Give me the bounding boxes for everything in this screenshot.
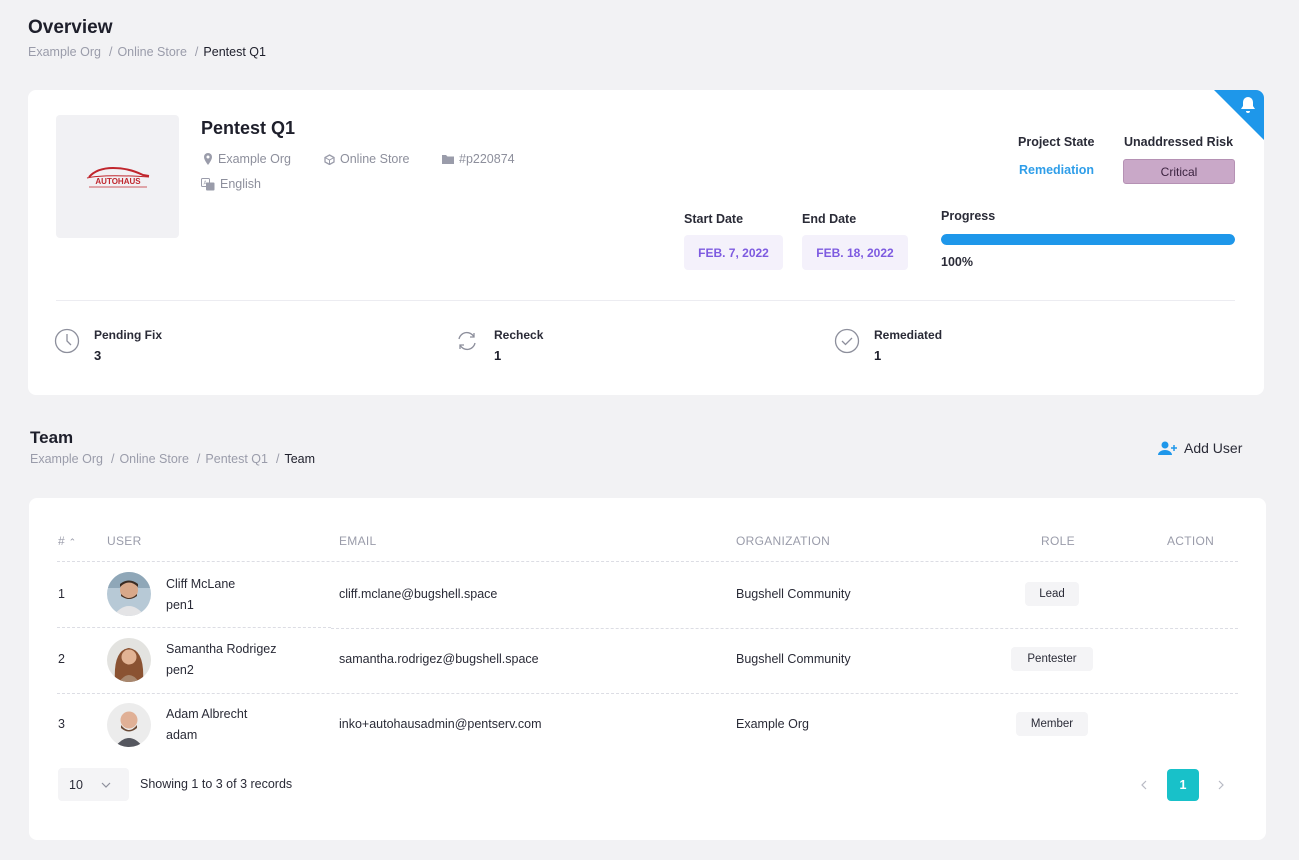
clock-icon [54,328,80,354]
row-num: 2 [58,652,65,666]
sort-asc-icon: ⌃ [68,537,77,547]
stat-label: Remediated [874,328,943,342]
stat-value: 1 [874,348,882,363]
breadcrumb-org[interactable]: Example Org [30,452,103,466]
chevron-down-icon [101,782,111,788]
prev-page-button[interactable] [1128,769,1160,801]
svg-text:A: A [204,180,208,186]
team-breadcrumb: Example Org / Online Store / Pentest Q1/Team [30,452,316,466]
row-divider [57,627,331,628]
row-num: 3 [58,717,65,731]
records-info: Showing 1 to 3 of 3 records [140,777,293,791]
project-org: Example Org [203,152,291,166]
check-circle-icon [834,328,860,354]
user-email: samantha.rodrigez@bugshell.space [339,652,539,666]
bell-icon[interactable] [1240,96,1256,114]
stat-remediated: Remediated 1 [834,328,942,363]
role-badge: Member [1016,712,1088,736]
progress-label: Progress [941,209,996,223]
user-login: pen1 [166,598,194,612]
user-email: inko+autohausadmin@pentserv.com [339,717,542,731]
project-asset: Online Store [324,152,409,166]
stat-value: 1 [494,348,502,363]
team-title: Team [30,428,74,447]
user-name: Adam Albrecht [166,707,248,721]
risk-badge: Critical [1123,159,1235,184]
start-date-chip: FEB. 7, 2022 [684,235,783,270]
notification-corner[interactable] [1214,90,1264,140]
add-user-button[interactable]: Add User [1158,440,1242,456]
stat-recheck: Recheck 1 [454,328,543,363]
col-header-action: ACTION [1167,534,1215,548]
col-header-organization: ORGANIZATION [736,534,831,548]
breadcrumb-project[interactable]: Pentest Q1 [205,452,268,466]
user-login: adam [166,728,198,742]
project-id: #p220874 [442,152,515,166]
card-divider [56,300,1235,301]
next-page-button[interactable] [1205,769,1237,801]
col-header-num[interactable]: # ⌃ [58,534,76,548]
add-user-icon [1158,441,1177,455]
logo-text: AUTOHAUS [95,177,141,186]
progress-bar [941,234,1235,245]
start-date-label: Start Date [684,212,744,226]
user-organization: Bugshell Community [736,652,851,666]
chevron-right-icon [1218,780,1224,790]
team-table-card: # ⌃ USER EMAIL ORGANIZATION ROLE ACTION … [29,498,1266,840]
project-state-value: Remediation [1019,163,1095,177]
user-organization: Bugshell Community [736,587,851,601]
folder-icon [442,155,454,164]
avatar [107,703,151,747]
user-organization: Example Org [736,717,809,731]
page-button-1[interactable]: 1 [1167,769,1199,801]
project-card: AUTOHAUS Pentest Q1 Example Org Online S… [28,90,1264,395]
add-user-label: Add User [1184,440,1243,456]
row-divider [57,693,1238,694]
user-login: pen2 [166,663,194,677]
breadcrumb-current: Team [284,452,316,466]
avatar [107,638,151,682]
project-state-label: Project State [1018,135,1095,149]
avatar [107,572,151,616]
breadcrumb-org[interactable]: Example Org [28,45,101,59]
breadcrumb-asset[interactable]: Online Store [119,452,188,466]
row-divider [57,561,1238,562]
chevron-left-icon [1141,780,1147,790]
stat-label: Recheck [494,328,544,342]
stat-pending-fix: Pending Fix 3 [54,328,162,363]
breadcrumb-current: Pentest Q1 [203,45,266,59]
page-size-select[interactable]: 10 [58,768,129,801]
user-name: Samantha Rodrigez [166,642,277,656]
car-logo-icon: AUTOHAUS [86,166,149,187]
role-badge: Pentester [1011,647,1093,671]
project-language: A English [201,177,261,191]
project-logo: AUTOHAUS [56,115,179,238]
progress-value: 100% [941,255,973,269]
end-date-label: End Date [802,212,857,226]
project-name: Pentest Q1 [201,118,296,138]
col-header-user: USER [107,534,142,548]
cube-icon [324,153,335,165]
translate-icon: A [201,177,215,190]
page-title: Overview [28,17,113,38]
breadcrumb: Example Org / Online Store / Pentest Q1 [28,45,266,59]
row-divider [331,628,1238,629]
end-date-chip: FEB. 18, 2022 [802,235,908,270]
stat-label: Pending Fix [94,328,163,342]
breadcrumb-asset[interactable]: Online Store [117,45,186,59]
col-header-role: ROLE [1041,534,1075,548]
col-header-email: EMAIL [339,534,377,548]
location-pin-icon [204,153,212,165]
row-num: 1 [58,587,65,601]
user-name: Cliff McLane [166,577,236,591]
progress-fill [941,234,1235,245]
stat-value: 3 [94,348,102,363]
refresh-icon [458,331,476,351]
role-badge: Lead [1025,582,1079,606]
user-email: cliff.mclane@bugshell.space [339,587,498,601]
